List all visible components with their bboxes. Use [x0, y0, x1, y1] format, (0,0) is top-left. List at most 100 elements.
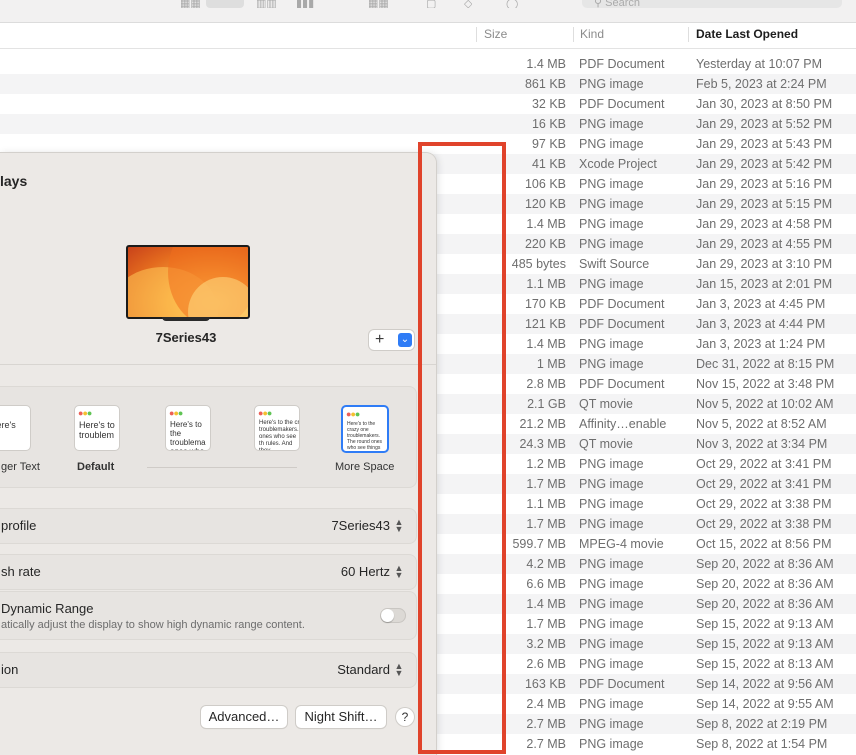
file-size: 1.7 MB [526, 517, 566, 531]
file-date: Nov 15, 2022 at 3:48 PM [696, 377, 835, 391]
chevron-down-icon[interactable]: ⌄ [398, 333, 412, 347]
file-kind: PDF Document [579, 377, 665, 391]
file-size: 163 KB [524, 677, 566, 691]
file-size: 3.2 MB [526, 637, 566, 651]
resolution-option-4[interactable]: ●●● Here's to the cr troublemakers. ones… [254, 405, 300, 451]
refresh-rate-label: sh rate [1, 564, 41, 579]
group-icon[interactable]: ▦▦ [368, 0, 389, 8]
table-row[interactable]: 16 KB PNG image Jan 29, 2023 at 5:52 PM [0, 114, 856, 134]
resolution-option-3[interactable]: ●●● Here's to the troublema ones who [165, 405, 211, 451]
file-kind: PDF Document [579, 297, 665, 311]
file-size: 120 KB [524, 197, 566, 211]
window-dots-icon: ●●● [258, 408, 272, 418]
file-date: Jan 3, 2023 at 1:24 PM [696, 337, 826, 351]
file-date: Nov 3, 2022 at 3:34 PM [696, 437, 828, 451]
file-kind: PNG image [579, 637, 644, 651]
file-date: Dec 31, 2022 at 8:15 PM [696, 357, 835, 371]
file-date: Sep 14, 2022 at 9:55 AM [696, 697, 834, 711]
file-date: Sep 15, 2022 at 9:13 AM [696, 617, 834, 631]
highlight-rectangle [418, 142, 506, 754]
monitor-thumbnail[interactable] [126, 245, 250, 319]
file-date: Feb 5, 2023 at 2:24 PM [696, 77, 827, 91]
night-shift-button[interactable]: Night Shift… [296, 706, 386, 728]
file-date: Jan 29, 2023 at 4:58 PM [696, 217, 833, 231]
date-column-header[interactable]: Date Last Opened [696, 23, 798, 48]
kind-column-header[interactable]: Kind [580, 23, 604, 48]
refresh-rate-value[interactable]: 60 Hertz [341, 555, 390, 589]
table-row[interactable]: 1.4 MB PDF Document Yesterday at 10:07 PM [0, 54, 856, 74]
displays-settings-pane: lays 7Series43 + ⌄ ●● Here's ●●● Here's … [0, 153, 436, 755]
file-kind: PDF Document [579, 57, 665, 71]
file-date: Sep 8, 2022 at 1:54 PM [696, 737, 828, 751]
file-date: Oct 29, 2022 at 3:38 PM [696, 497, 832, 511]
rotation-label: ion [1, 662, 19, 677]
rotation-value[interactable]: Standard [337, 653, 390, 687]
resolution-option-default[interactable]: ●●● Here's to troublem [74, 405, 120, 451]
file-date: Sep 20, 2022 at 8:36 AM [696, 577, 834, 591]
file-kind: PNG image [579, 657, 644, 671]
tag-icon[interactable]: ◇ [464, 0, 472, 8]
file-size: 41 KB [531, 157, 566, 171]
file-size: 16 KB [531, 117, 566, 131]
file-date: Oct 15, 2022 at 8:56 PM [696, 537, 832, 551]
stepper-icon[interactable]: ▲ ▼ [394, 564, 404, 580]
table-row[interactable]: 861 KB PNG image Feb 5, 2023 at 2:24 PM [0, 74, 856, 94]
gallery-view-icon[interactable]: ▮▮▮ [296, 0, 314, 8]
resolution-option-more-space[interactable]: ●●● Here's to the crazy one troublemaker… [341, 405, 389, 453]
search-icon: ⚲ [594, 0, 606, 9]
file-date: Nov 5, 2022 at 10:02 AM [696, 397, 834, 411]
file-date: Nov 5, 2022 at 8:52 AM [696, 417, 827, 431]
color-profile-value[interactable]: 7Series43 [331, 509, 390, 543]
file-size: 1.4 MB [526, 57, 566, 71]
file-date: Jan 3, 2023 at 4:44 PM [696, 317, 826, 331]
file-size: 170 KB [524, 297, 566, 311]
file-kind: MPEG-4 movie [579, 537, 664, 551]
icon-view-icon[interactable]: ▦▦ [180, 0, 201, 8]
file-size: 1.2 MB [526, 457, 566, 471]
file-size: 1.4 MB [526, 597, 566, 611]
list-view-button[interactable] [206, 0, 244, 8]
file-kind: PNG image [579, 177, 644, 191]
file-kind: PDF Document [579, 677, 665, 691]
file-size: 97 KB [531, 137, 566, 151]
search-field[interactable]: ⚲ Search [582, 0, 842, 9]
add-display-control[interactable]: + ⌄ [369, 330, 414, 350]
file-kind: QT movie [579, 397, 633, 411]
file-date: Yesterday at 10:07 PM [696, 57, 823, 71]
file-kind: PDF Document [579, 317, 665, 331]
display-arrangement-area: lays 7Series43 + ⌄ [0, 153, 436, 365]
table-row[interactable]: 32 KB PDF Document Jan 30, 2023 at 8:50 PM [0, 94, 856, 114]
file-date: Jan 29, 2023 at 5:15 PM [696, 197, 833, 211]
advanced-button[interactable]: Advanced… [201, 706, 287, 728]
file-kind: Affinity…enable [579, 417, 667, 431]
column-view-icon[interactable]: ▥▥ [256, 0, 277, 8]
file-size: 1.1 MB [526, 497, 566, 511]
hdr-toggle[interactable] [380, 608, 406, 623]
pane-title: lays [0, 173, 28, 189]
file-date: Oct 29, 2022 at 3:41 PM [696, 477, 832, 491]
share-icon[interactable]: ▢ [426, 0, 436, 8]
file-size: 2.8 MB [526, 377, 566, 391]
help-button[interactable]: ? [396, 708, 414, 726]
file-size: 1.1 MB [526, 277, 566, 291]
file-kind: PNG image [579, 517, 644, 531]
monitor-stand [162, 317, 210, 321]
file-size: 2.7 MB [526, 717, 566, 731]
file-date: Sep 20, 2022 at 8:36 AM [696, 557, 834, 571]
file-size: 2.1 GB [527, 397, 566, 411]
file-kind: PNG image [579, 137, 644, 151]
divider [0, 364, 436, 365]
file-date: Oct 29, 2022 at 3:38 PM [696, 517, 832, 531]
window-dots-icon: ●●● [78, 408, 92, 418]
size-column-header[interactable]: Size [484, 23, 507, 48]
plus-icon[interactable]: + [375, 330, 384, 350]
file-kind: PNG image [579, 357, 644, 371]
stepper-icon[interactable]: ▲ ▼ [394, 662, 404, 678]
file-date: Jan 29, 2023 at 5:43 PM [696, 137, 833, 151]
stepper-icon[interactable]: ▲ ▼ [394, 518, 404, 534]
resolution-option-larger-text[interactable]: ●● Here's [0, 405, 31, 451]
file-kind: QT movie [579, 437, 633, 451]
action-icon[interactable]: ◯ [506, 0, 518, 8]
resolution-label-larger-text: ger Text [1, 461, 40, 473]
file-size: 6.6 MB [526, 577, 566, 591]
